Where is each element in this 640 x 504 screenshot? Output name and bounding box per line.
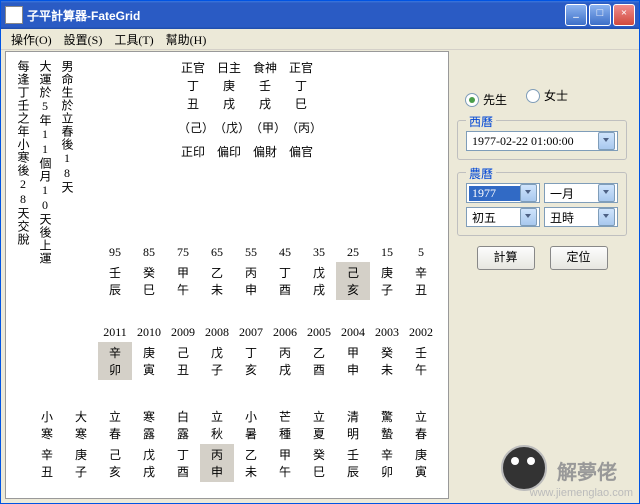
radio-female[interactable]: 女士 xyxy=(526,87,568,104)
group-lunar-legend: 農曆 xyxy=(466,165,496,182)
solar-datetime-picker[interactable]: 1977-02-22 01:00:00 xyxy=(466,131,618,151)
chart-panel: 每逢丁壬之年小寒後28天交脫 大運於5年11個月10天後上運 男命生於立春後18… xyxy=(5,51,449,499)
maximize-button[interactable]: □ xyxy=(589,4,611,26)
row-years: 2011201020092008200720062005200420032002 xyxy=(98,300,438,342)
window-title: 子平計算器-FateGrid xyxy=(27,7,563,24)
info-col-3: 男命生於立春後18天 xyxy=(58,60,74,194)
client-area: 每逢丁壬之年小寒後28天交脫 大運於5年11個月10天後上運 男命生於立春後18… xyxy=(5,51,635,499)
menu-help[interactable]: 幫助(H) xyxy=(160,29,213,50)
lunar-month-select[interactable]: 一月 xyxy=(544,183,618,203)
pillar-day: 日主庚戌（戊）偏印 xyxy=(214,60,244,162)
menu-tools[interactable]: 工具(T) xyxy=(108,29,159,50)
chevron-down-icon[interactable] xyxy=(520,184,537,202)
lunar-day-select[interactable]: 初五 xyxy=(466,207,540,227)
fate-grid: 9585756555453525155 壬辰癸巳甲午乙未丙申丁酉戊戌己亥庚子辛丑… xyxy=(98,242,438,482)
info-col-2: 大運於5年11個月10天後上運 xyxy=(36,60,52,265)
locate-button[interactable]: 定位 xyxy=(550,246,608,270)
row-dayun: 壬辰癸巳甲午乙未丙申丁酉戊戌己亥庚子辛丑 xyxy=(98,262,438,300)
calc-button[interactable]: 計算 xyxy=(477,246,535,270)
pillar-year: 正官丁巳（丙）偏官 xyxy=(286,60,316,162)
row-ages: 9585756555453525155 xyxy=(98,242,438,262)
info-col-1: 每逢丁壬之年小寒後28天交脫 xyxy=(14,60,30,246)
watermark-url: www.jiemenglao.com xyxy=(530,487,633,499)
menubar: 操作(O) 設置(S) 工具(T) 幫助(H) xyxy=(1,29,639,50)
app-icon xyxy=(5,6,23,24)
close-button[interactable]: × xyxy=(613,4,635,26)
pillar-month: 食神壬戌（甲）偏財 xyxy=(250,60,280,162)
chevron-down-icon[interactable] xyxy=(598,132,615,150)
watermark-icon xyxy=(501,445,547,491)
lunar-year-select[interactable]: 1977 xyxy=(466,183,540,203)
menu-operate[interactable]: 操作(O) xyxy=(5,29,58,50)
lunar-hour-select[interactable]: 丑時 xyxy=(544,207,618,227)
group-lunar: 農曆 1977 一月 初五 丑時 xyxy=(457,172,627,236)
menu-settings[interactable]: 設置(S) xyxy=(58,29,109,50)
row-jieqi: 小寒大寒立春寒露白露立秋小暑芒種立夏清明驚蟄立春 xyxy=(30,406,438,444)
titlebar[interactable]: 子平計算器-FateGrid _ □ × xyxy=(1,1,639,29)
row-month-gz: 辛丑庚子己亥戊戌丁酉丙申乙未甲午癸巳壬辰辛卯庚寅 xyxy=(30,444,438,482)
group-solar-legend: 西曆 xyxy=(466,113,496,130)
chevron-down-icon[interactable] xyxy=(520,208,537,226)
group-solar: 西曆 1977-02-22 01:00:00 xyxy=(457,120,627,160)
chevron-down-icon[interactable] xyxy=(598,184,615,202)
chevron-down-icon[interactable] xyxy=(598,208,615,226)
watermark-text: 解夢佬 xyxy=(557,456,617,485)
row-liunian: 辛卯庚寅己丑戊子丁亥丙戌乙酉甲申癸未壬午 xyxy=(98,342,438,380)
pillar-hour: 正官丁丑（己）正印 xyxy=(178,60,208,162)
minimize-button[interactable]: _ xyxy=(565,4,587,26)
app-window: 子平計算器-FateGrid _ □ × 操作(O) 設置(S) 工具(T) 幫… xyxy=(0,0,640,504)
sidebar: 先生 女士 西曆 1977-02-22 01:00:00 農曆 1977 一月 … xyxy=(449,51,635,499)
radio-male[interactable]: 先生 xyxy=(465,91,507,108)
